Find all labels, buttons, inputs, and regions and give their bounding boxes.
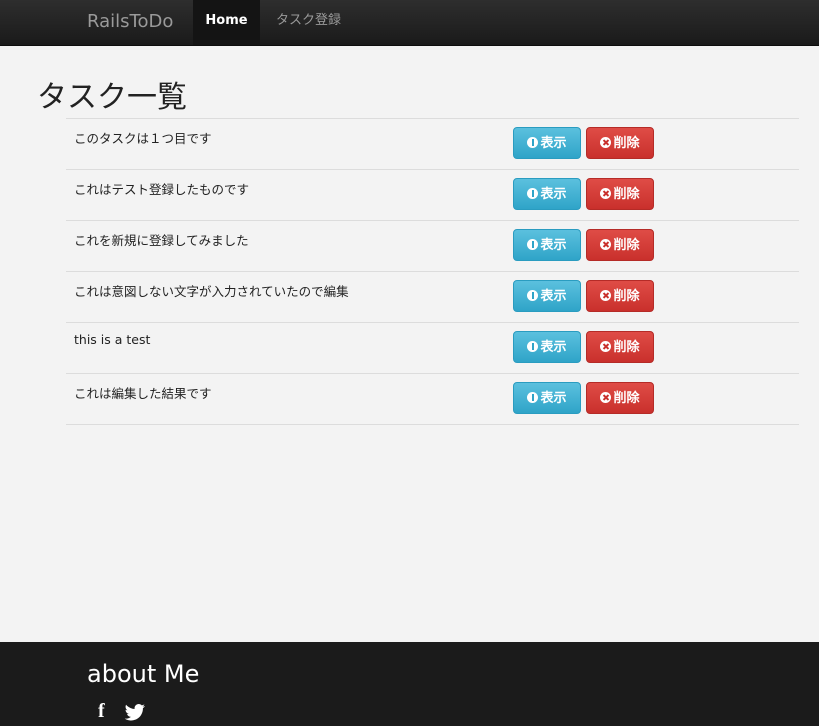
delete-button-label: 削除 — [613, 187, 640, 202]
delete-button-label: 削除 — [613, 136, 640, 151]
task-title: これは意図しない文字が入力されていたので編集 — [74, 284, 349, 299]
delete-button-label: 削除 — [613, 340, 640, 355]
delete-button[interactable]: 削除 — [586, 382, 654, 414]
brand-link[interactable]: RailsToDo — [87, 11, 173, 32]
info-icon — [527, 239, 539, 250]
facebook-icon[interactable]: f — [98, 700, 105, 723]
delete-button[interactable]: 削除 — [586, 229, 654, 261]
info-icon — [527, 188, 539, 199]
nav-new-task[interactable]: タスク登録 — [276, 0, 341, 45]
show-button-label: 表示 — [540, 391, 567, 406]
remove-icon — [600, 239, 612, 250]
show-button[interactable]: 表示 — [513, 178, 581, 210]
footer-title: about Me — [87, 660, 200, 688]
task-title: これはテスト登録したものです — [74, 182, 250, 197]
show-button-label: 表示 — [540, 136, 567, 151]
delete-button-label: 削除 — [613, 391, 640, 406]
show-button[interactable]: 表示 — [513, 331, 581, 363]
remove-icon — [600, 341, 612, 352]
info-icon — [527, 392, 539, 403]
remove-icon — [600, 188, 612, 199]
table-row: このタスクは１つ目です 表示 削除 — [66, 118, 799, 169]
delete-button[interactable]: 削除 — [586, 331, 654, 363]
table-row: これを新規に登録してみました 表示 削除 — [66, 220, 799, 271]
table-row: これはテスト登録したものです 表示 削除 — [66, 169, 799, 220]
info-icon — [527, 137, 539, 148]
table-row: これは意図しない文字が入力されていたので編集 表示 削除 — [66, 271, 799, 322]
show-button-label: 表示 — [540, 238, 567, 253]
info-icon — [527, 290, 539, 301]
show-button[interactable]: 表示 — [513, 280, 581, 312]
table-row: これは編集した結果です 表示 削除 — [66, 373, 799, 425]
show-button[interactable]: 表示 — [513, 382, 581, 414]
info-icon — [527, 341, 539, 352]
delete-button-label: 削除 — [613, 289, 640, 304]
nav-home[interactable]: Home — [193, 0, 260, 45]
show-button-label: 表示 — [540, 289, 567, 304]
table-row: this is a test 表示 削除 — [66, 322, 799, 373]
remove-icon — [600, 392, 612, 403]
delete-button[interactable]: 削除 — [586, 127, 654, 159]
show-button-label: 表示 — [540, 340, 567, 355]
show-button[interactable]: 表示 — [513, 127, 581, 159]
footer: about Me f — [0, 642, 819, 726]
task-title: これは編集した結果です — [74, 386, 212, 401]
show-button[interactable]: 表示 — [513, 229, 581, 261]
task-title: このタスクは１つ目です — [74, 131, 212, 146]
navbar: RailsToDo Home タスク登録 — [0, 0, 819, 46]
task-title: これを新規に登録してみました — [74, 233, 249, 248]
task-title: this is a test — [74, 332, 151, 347]
twitter-icon[interactable] — [124, 704, 146, 726]
delete-button-label: 削除 — [613, 238, 640, 253]
delete-button[interactable]: 削除 — [586, 178, 654, 210]
delete-button[interactable]: 削除 — [586, 280, 654, 312]
show-button-label: 表示 — [540, 187, 567, 202]
page-title: タスク一覧 — [37, 80, 187, 115]
remove-icon — [600, 290, 612, 301]
task-table: このタスクは１つ目です 表示 削除 これはテスト登録したものです 表示 削除 こ… — [66, 118, 799, 425]
remove-icon — [600, 137, 612, 148]
